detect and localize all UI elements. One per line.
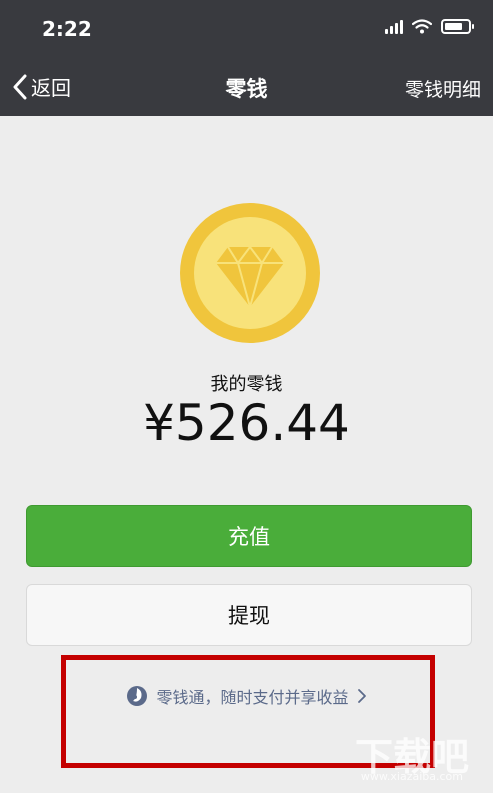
header: 2:22 返回 零钱 零钱明细 — [0, 0, 493, 116]
status-bar: 2:22 — [0, 0, 493, 58]
recharge-button[interactable]: 充值 — [26, 505, 472, 567]
withdraw-button[interactable]: 提现 — [26, 584, 472, 646]
signal-icon — [385, 19, 403, 34]
status-icons — [385, 19, 474, 34]
balance-amount: ¥526.44 — [143, 394, 350, 452]
status-time: 2:22 — [42, 17, 92, 41]
transaction-details-link[interactable]: 零钱明细 — [405, 75, 481, 102]
balance-label: 我的零钱 — [210, 374, 283, 395]
battery-icon — [441, 19, 474, 34]
diamond-coin-icon — [180, 203, 320, 343]
watermark-url: www.xiazaiba.com — [360, 770, 463, 783]
nav-bar: 返回 零钱 零钱明细 — [0, 58, 493, 116]
wifi-icon — [412, 19, 432, 34]
